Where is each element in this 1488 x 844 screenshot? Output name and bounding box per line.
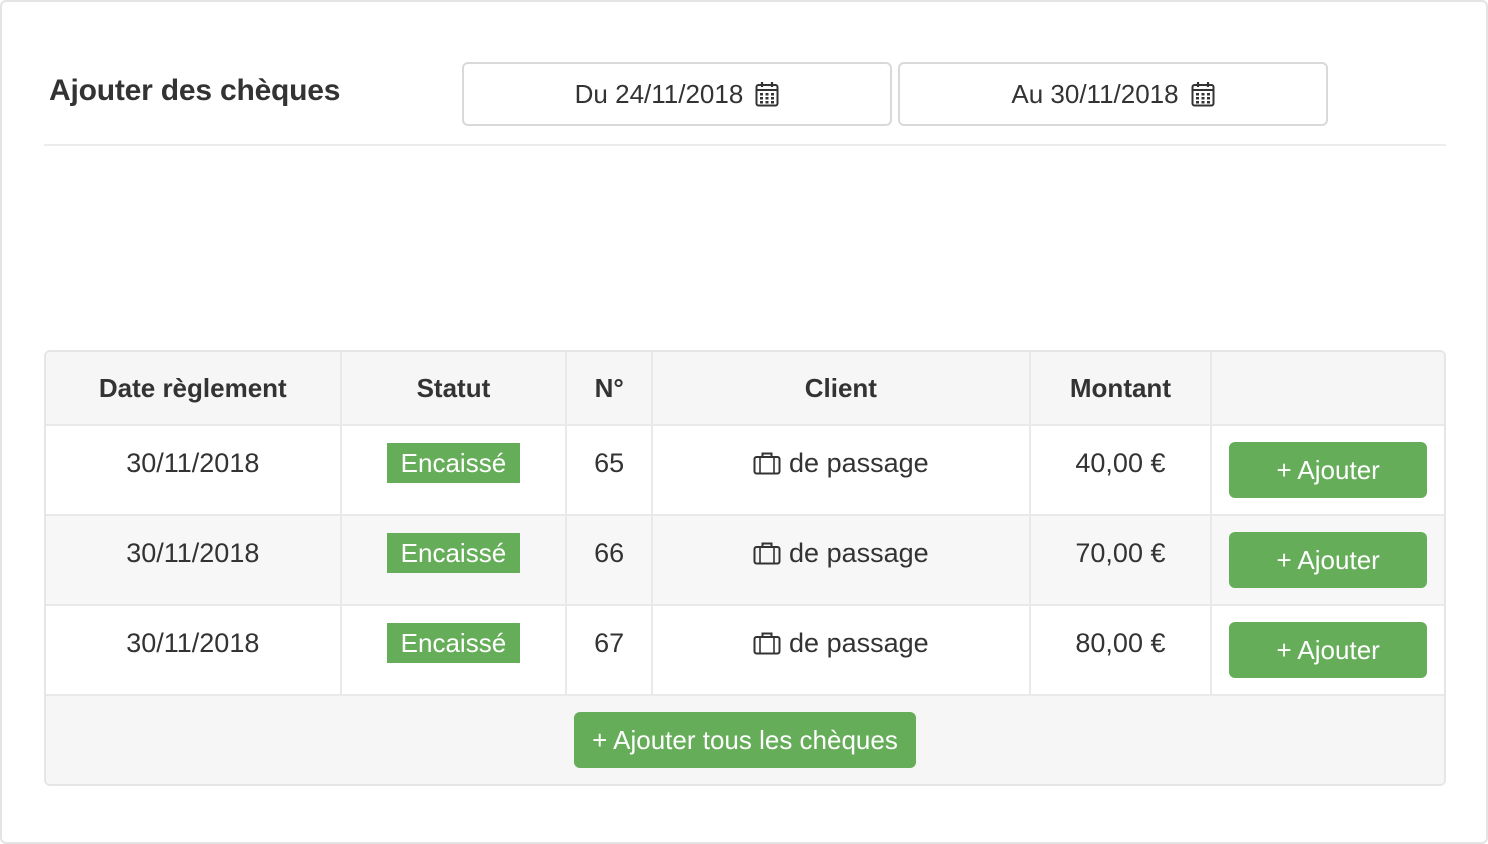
cheque-number: 65: [567, 426, 654, 514]
add-cheque-button[interactable]: + Ajouter: [1229, 442, 1428, 498]
table-row: 30/11/2018 Encaissé 66 de passage 70,00 …: [46, 516, 1444, 606]
status-cell: Encaissé: [342, 516, 568, 604]
status-cell: Encaissé: [342, 606, 568, 694]
calendar-icon: [1191, 81, 1215, 107]
cheques-table: Date règlement Statut N° Client Montant …: [44, 350, 1446, 786]
action-cell: + Ajouter: [1212, 606, 1444, 694]
briefcase-icon: [753, 631, 781, 655]
cheque-amount: 70,00 €: [1031, 516, 1213, 604]
briefcase-icon: [753, 541, 781, 565]
cheque-number: 67: [567, 606, 654, 694]
column-header-status: Statut: [342, 352, 568, 424]
table-row: 30/11/2018 Encaissé 65 de passage 40,00 …: [46, 426, 1444, 516]
date-from-picker[interactable]: Du 24/11/2018: [462, 62, 892, 126]
header-divider: [44, 144, 1446, 146]
add-cheques-panel: Ajouter des chèques Du 24/11/2018 Au 30/…: [0, 0, 1488, 844]
client-cell: de passage: [653, 426, 1031, 514]
add-cheque-button[interactable]: + Ajouter: [1229, 622, 1428, 678]
action-cell: + Ajouter: [1212, 516, 1444, 604]
date-from-label: Du 24/11/2018: [574, 78, 744, 109]
client-name: de passage: [789, 537, 929, 568]
status-badge: Encaissé: [386, 443, 521, 483]
date-to-picker[interactable]: Au 30/11/2018: [898, 62, 1328, 126]
cheque-amount: 80,00 €: [1031, 606, 1213, 694]
cheque-amount: 40,00 €: [1031, 426, 1213, 514]
column-header-date: Date règlement: [46, 352, 342, 424]
client-name: de passage: [789, 627, 929, 658]
page-title: Ajouter des chèques: [49, 74, 341, 107]
status-badge: Encaissé: [386, 623, 521, 663]
table-row: 30/11/2018 Encaissé 67 de passage 80,00 …: [46, 606, 1444, 696]
column-header-client: Client: [653, 352, 1031, 424]
column-header-action: [1212, 352, 1444, 424]
cheque-date: 30/11/2018: [46, 606, 342, 694]
add-cheque-button[interactable]: + Ajouter: [1229, 532, 1428, 588]
cheque-date: 30/11/2018: [46, 516, 342, 604]
client-cell: de passage: [653, 606, 1031, 694]
briefcase-icon: [753, 451, 781, 475]
column-header-amount: Montant: [1031, 352, 1213, 424]
client-cell: de passage: [653, 516, 1031, 604]
add-all-cheques-button[interactable]: + Ajouter tous les chèques: [574, 712, 916, 768]
action-cell: + Ajouter: [1212, 426, 1444, 514]
cheque-date: 30/11/2018: [46, 426, 342, 514]
date-to-label: Au 30/11/2018: [1011, 78, 1179, 109]
cheque-number: 66: [567, 516, 654, 604]
status-badge: Encaissé: [386, 533, 521, 573]
status-cell: Encaissé: [342, 426, 568, 514]
client-name: de passage: [789, 447, 929, 478]
column-header-number: N°: [567, 352, 654, 424]
table-footer-row: + Ajouter tous les chèques: [46, 696, 1444, 784]
table-header-row: Date règlement Statut N° Client Montant: [46, 352, 1444, 426]
calendar-icon: [755, 81, 779, 107]
